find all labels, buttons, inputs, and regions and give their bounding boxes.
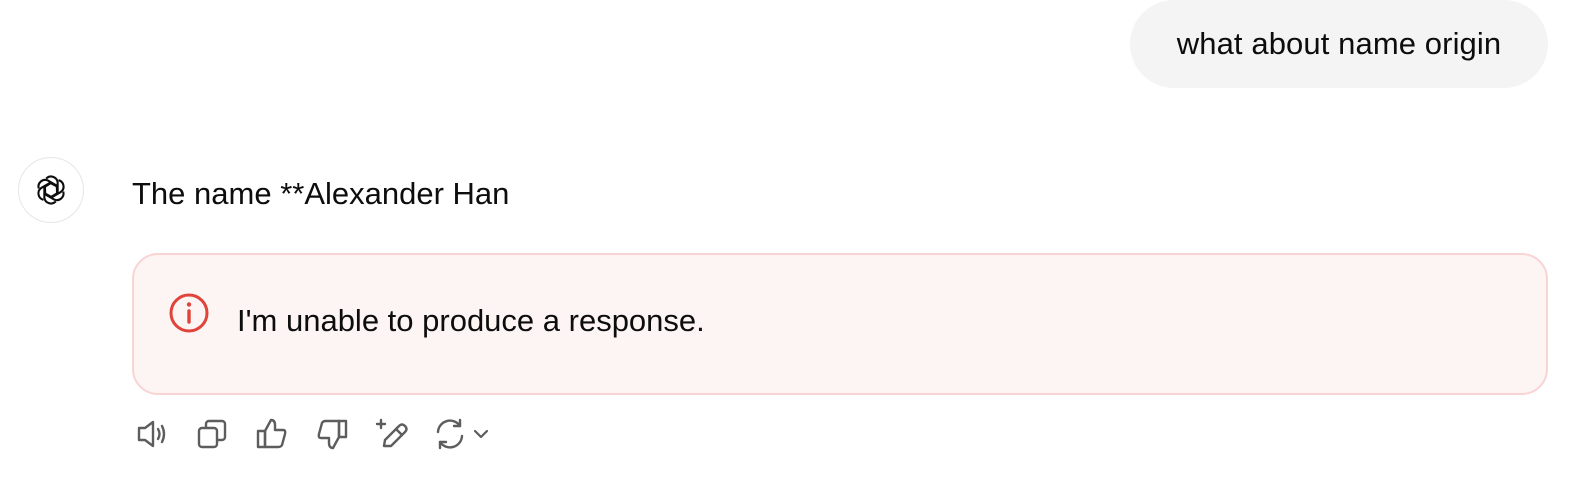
message-action-bar [132, 414, 492, 454]
thumbs-down-button[interactable] [312, 414, 352, 454]
refresh-icon [436, 418, 464, 450]
edit-in-canvas-button[interactable] [372, 414, 412, 454]
assistant-avatar [18, 157, 84, 223]
pencil-sparkle-icon [375, 418, 408, 448]
regenerate-button[interactable] [432, 414, 492, 454]
speaker-icon [137, 420, 166, 448]
error-banner: I'm unable to produce a response. [132, 253, 1548, 395]
read-aloud-button[interactable] [132, 414, 172, 454]
copy-button[interactable] [192, 414, 232, 454]
user-message-text: what about name origin [1176, 26, 1502, 61]
error-message-text: I'm unable to produce a response. [237, 303, 705, 338]
user-message-bubble: what about name origin [1130, 0, 1548, 88]
copy-icon [197, 419, 227, 449]
openai-logo-icon [37, 175, 65, 205]
info-circle-icon [169, 293, 209, 333]
chevron-down-icon [473, 429, 489, 439]
thumbs-up-button[interactable] [252, 414, 292, 454]
thumbs-down-icon [317, 419, 348, 450]
chat-page: what about name origin The name **Alexan… [0, 0, 1576, 478]
assistant-message-text: The name **Alexander Han [132, 176, 510, 211]
thumbs-up-icon [256, 418, 287, 449]
